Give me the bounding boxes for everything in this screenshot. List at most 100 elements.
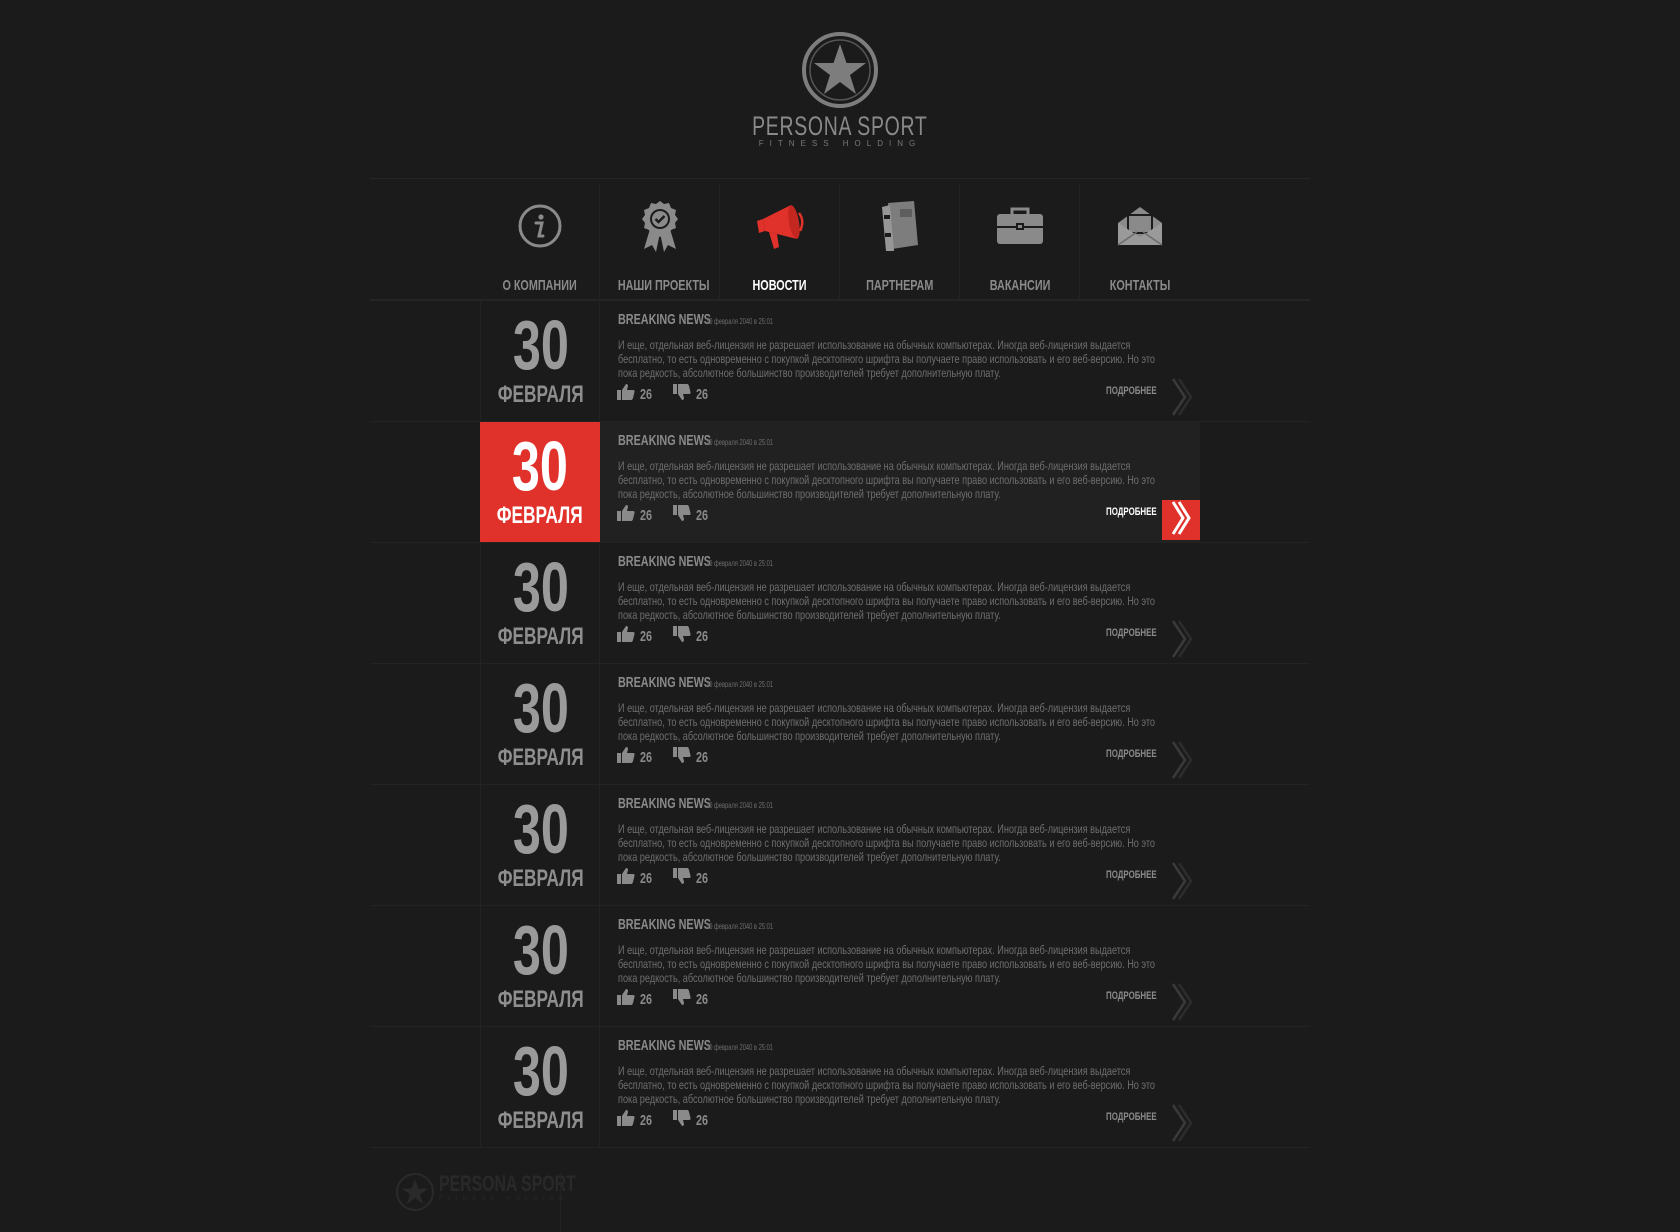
brand-name: PERSONA SPORT — [752, 111, 928, 141]
thumbs-down-icon — [672, 868, 696, 888]
news-timestamp: 30 февраля 2040 в 25:01 — [706, 559, 773, 568]
dislike-count: 26 — [695, 869, 708, 887]
news-date: 30 ФЕВРАЛЯ — [480, 1027, 600, 1147]
news-date-day: 30 — [512, 911, 570, 989]
dislike-button[interactable]: 26 — [672, 747, 713, 767]
thumbs-up-icon — [617, 626, 640, 646]
read-more-arrow-button[interactable] — [1162, 500, 1200, 540]
news-date: 30 ФЕВРАЛЯ — [480, 664, 600, 784]
nav-item-1[interactable]: НАШИ ПРОЕКТЫ — [600, 185, 720, 300]
news-item: 30 ФЕВРАЛЯ BREAKING NEWS 30 февраля 2040 в … — [370, 300, 1310, 422]
thumbs-down-icon — [672, 626, 696, 646]
news-timestamp: 30 февраля 2040 в 25:01 — [706, 922, 773, 931]
news-date: 30 ФЕВРАЛЯ — [480, 785, 600, 905]
megaphone-icon — [720, 199, 840, 253]
news-timestamp: 30 февраля 2040 в 25:01 — [706, 680, 773, 689]
chevron-right-icon — [1169, 861, 1193, 906]
site-logo[interactable]: PERSONA SPORT FITNESS HOLDING — [0, 30, 1680, 148]
thumbs-up-icon — [617, 505, 640, 525]
thumbs-up-icon — [617, 384, 640, 404]
nav-item-2[interactable]: НОВОСТИ — [720, 185, 840, 300]
read-more-arrow-button[interactable] — [1162, 1103, 1200, 1148]
news-item: 30 ФЕВРАЛЯ BREAKING NEWS 30 февраля 2040 в … — [370, 543, 1310, 664]
like-button[interactable]: 26 — [617, 1110, 657, 1130]
news-timestamp: 30 февраля 2040 в 25:01 — [706, 1043, 773, 1052]
thumbs-down-icon — [672, 384, 696, 404]
dislike-button[interactable]: 26 — [672, 505, 713, 525]
thumbs-up-icon — [617, 989, 640, 1009]
dislike-button[interactable]: 26 — [672, 989, 713, 1009]
news-date-day: 30 — [512, 548, 570, 626]
nav-item-3[interactable]: ПАРТНЕРАМ — [840, 185, 960, 300]
footer-star-icon — [396, 1173, 434, 1211]
like-button[interactable]: 26 — [617, 505, 657, 525]
thumbs-up-icon — [617, 747, 640, 767]
chevron-right-icon — [1169, 498, 1193, 543]
read-more-arrow-button[interactable] — [1162, 740, 1200, 785]
news-list: 30 ФЕВРАЛЯ BREAKING NEWS 30 февраля 2040 в … — [370, 300, 1310, 1148]
news-votes: 26 26 — [617, 505, 728, 525]
news-votes: 26 26 — [617, 1110, 728, 1130]
news-date-month: ФЕВРАЛЯ — [498, 623, 584, 650]
read-more-arrow-button[interactable] — [1162, 619, 1200, 664]
nav-item-0[interactable]: О КОМПАНИИ — [480, 185, 600, 300]
award-ribbon-icon — [600, 199, 720, 253]
dislike-count: 26 — [695, 1111, 708, 1129]
nav-item-label: КОНТАКТЫ — [1109, 277, 1171, 294]
thumbs-up-icon — [617, 868, 640, 888]
like-button[interactable]: 26 — [617, 989, 657, 1009]
news-votes: 26 26 — [617, 747, 728, 767]
footer-brand: PERSONA SPORT — [439, 1171, 576, 1196]
news-votes: 26 26 — [617, 626, 728, 646]
thumbs-down-icon — [672, 989, 696, 1009]
chevron-right-icon — [1169, 740, 1193, 785]
news-date-day: 30 — [512, 1032, 570, 1110]
like-button[interactable]: 26 — [617, 868, 657, 888]
news-date: 30 ФЕВРАЛЯ — [480, 906, 600, 1026]
read-more-arrow-button[interactable] — [1162, 377, 1200, 419]
news-date-day: 30 — [512, 669, 570, 747]
like-button[interactable]: 26 — [617, 747, 657, 767]
nav-top-divider — [370, 178, 1310, 179]
news-excerpt: И еще, отдельная веб-лицензия не разреша… — [618, 822, 1155, 864]
news-excerpt: И еще, отдельная веб-лицензия не разреша… — [618, 338, 1155, 380]
chevron-right-icon — [1169, 619, 1193, 664]
nav-item-4[interactable]: ВАКАНСИИ — [960, 185, 1080, 300]
briefcase-icon — [960, 199, 1080, 253]
news-excerpt: И еще, отдельная веб-лицензия не разреша… — [618, 701, 1155, 743]
like-count: 26 — [640, 385, 653, 403]
info-icon — [480, 199, 600, 253]
star-emblem-icon — [802, 32, 878, 108]
thumbs-down-icon — [672, 1110, 696, 1130]
read-more-arrow-button[interactable] — [1162, 982, 1200, 1024]
dislike-button[interactable]: 26 — [672, 868, 713, 888]
nav-item-label: НОВОСТИ — [752, 277, 808, 294]
footer-divider — [560, 1172, 561, 1232]
dislike-button[interactable]: 26 — [672, 384, 713, 404]
envelope-icon — [1080, 199, 1200, 253]
news-timestamp: 30 февраля 2040 в 25:01 — [706, 438, 773, 447]
news-excerpt: И еще, отдельная веб-лицензия не разреша… — [618, 943, 1155, 985]
dislike-count: 26 — [695, 990, 708, 1008]
nav-item-5[interactable]: КОНТАКТЫ — [1080, 185, 1200, 300]
news-item: 30 ФЕВРАЛЯ BREAKING NEWS 30 февраля 2040 в … — [370, 422, 1310, 543]
news-date-day: 30 — [512, 790, 570, 868]
dislike-button[interactable]: 26 — [672, 626, 713, 646]
news-votes: 26 26 — [617, 868, 728, 888]
like-button[interactable]: 26 — [617, 384, 657, 404]
like-button[interactable]: 26 — [617, 626, 657, 646]
dislike-button[interactable]: 26 — [672, 1110, 713, 1130]
nav-item-label: НАШИ ПРОЕКТЫ — [617, 277, 710, 294]
news-date-month: ФЕВРАЛЯ — [498, 1107, 584, 1134]
dislike-count: 26 — [695, 506, 708, 524]
news-item: 30 ФЕВРАЛЯ BREAKING NEWS 30 февраля 2040 в … — [370, 785, 1310, 906]
news-item: 30 ФЕВРАЛЯ BREAKING NEWS 30 февраля 2040 в … — [370, 1027, 1310, 1148]
read-more-arrow-button[interactable] — [1162, 861, 1200, 906]
thumbs-up-icon — [617, 1110, 640, 1130]
chevron-right-icon — [1169, 1103, 1193, 1148]
thumbs-down-icon — [672, 747, 696, 767]
news-date: 30 ФЕВРАЛЯ — [480, 543, 600, 663]
news-date-month: ФЕВРАЛЯ — [497, 502, 583, 529]
like-count: 26 — [640, 627, 653, 645]
news-date-day: 30 — [511, 427, 569, 505]
